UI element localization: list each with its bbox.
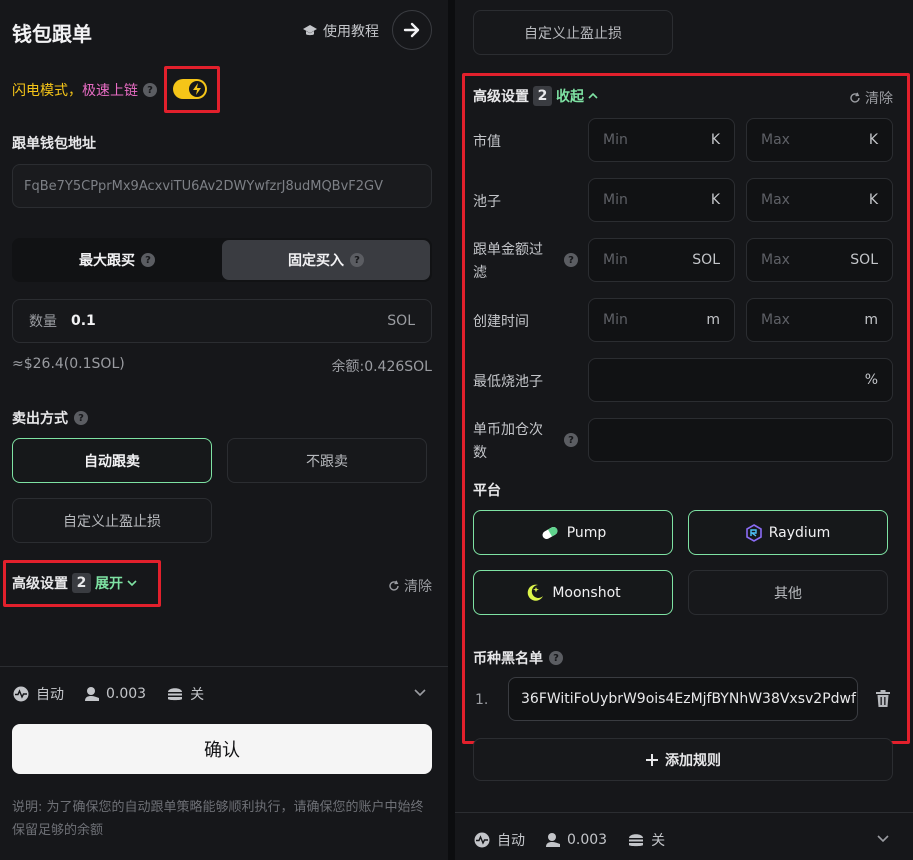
quantity-input[interactable]: 数量 0.1 SOL (12, 299, 432, 343)
help-icon[interactable]: ? (350, 253, 364, 267)
clear-button[interactable]: 清除 (388, 576, 432, 596)
sell-method-label: 卖出方式? (12, 408, 88, 428)
help-icon[interactable]: ? (143, 83, 157, 97)
arrow-right-button[interactable] (392, 10, 432, 50)
left-panel: 钱包跟单 使用教程 闪电模式， 极速上链 ? 跟单钱包地址 FqBe7Y5CPp… (0, 0, 448, 860)
add-rule-button[interactable]: 添加规则 (473, 738, 893, 781)
confirm-button[interactable]: 确认 (12, 724, 432, 774)
chevron-down-icon[interactable] (877, 834, 889, 843)
plus-icon (645, 753, 659, 767)
buy-mode-tabs: 最大跟买? 固定买入? (12, 238, 432, 282)
wallet-address-label: 跟单钱包地址 (12, 136, 96, 152)
gas-icon (84, 686, 100, 702)
flash-mode-label: 闪电模式， (12, 83, 82, 99)
footer-settings[interactable]: 自动 0.003 关 (473, 830, 665, 850)
custom-tp-sl-button[interactable]: 自定义止盈止损 (12, 498, 212, 543)
footer-settings[interactable]: 自动 0.003 关 (12, 684, 204, 704)
divider-line (0, 666, 448, 667)
quantity-unit: SOL (387, 313, 415, 329)
quantity-value: 0.1 (71, 313, 96, 329)
tutorial-link[interactable]: 使用教程 (302, 21, 379, 41)
custom-tp-sl-button[interactable]: 自定义止盈止损 (473, 10, 673, 55)
auto-follow-sell-button[interactable]: 自动跟卖 (12, 438, 212, 483)
balance: 余额:0.426SOL (331, 359, 432, 375)
chevron-down-icon[interactable] (414, 688, 426, 697)
divider-line (455, 812, 913, 813)
highlight-frame-toggle (164, 66, 220, 113)
pulse-icon (12, 686, 30, 702)
footer-auto: 自动 (36, 687, 64, 703)
footer-fee: 0.003 (106, 686, 147, 702)
highlight-frame-advanced (3, 560, 161, 607)
arrow-right-icon (403, 22, 421, 38)
burger-icon (627, 832, 645, 848)
no-follow-sell-button[interactable]: 不跟卖 (227, 438, 427, 483)
footer-off: 关 (651, 833, 666, 849)
wallet-address-input[interactable]: FqBe7Y5CPprMx9AcxviTU6Av2DWYwfzrJ8udMQBv… (12, 164, 432, 208)
gas-icon (545, 832, 561, 848)
help-icon[interactable]: ? (74, 411, 88, 425)
help-icon[interactable]: ? (141, 253, 155, 267)
tab-fixed-buy[interactable]: 固定买入? (222, 240, 430, 280)
burger-icon (166, 686, 184, 702)
footer-auto: 自动 (497, 833, 525, 849)
panel-divider (448, 0, 455, 860)
footer-fee: 0.003 (567, 832, 608, 848)
right-panel: 自定义止盈止损 高级设置 2 收起 清除 市值 Min K Max K 池子 Min… (455, 0, 913, 860)
tab-max-buy[interactable]: 最大跟买? (12, 238, 222, 282)
page-title: 钱包跟单 (12, 22, 92, 46)
pulse-icon (473, 832, 491, 848)
graduation-cap-icon (302, 24, 318, 38)
fast-chain-label: 极速上链 (82, 83, 138, 99)
refresh-icon (388, 580, 400, 592)
footer-off: 关 (190, 687, 205, 703)
approx-value: ≈$26.4(0.1SOL) (12, 356, 125, 372)
flash-mode-row: 闪电模式， 极速上链 ? (12, 80, 157, 100)
note-text: 说明: 为了确保您的自动跟单策略能够顺利执行，请确保您的账户中始终保留足够的余额 (12, 800, 424, 838)
highlight-frame-advanced (462, 73, 910, 744)
